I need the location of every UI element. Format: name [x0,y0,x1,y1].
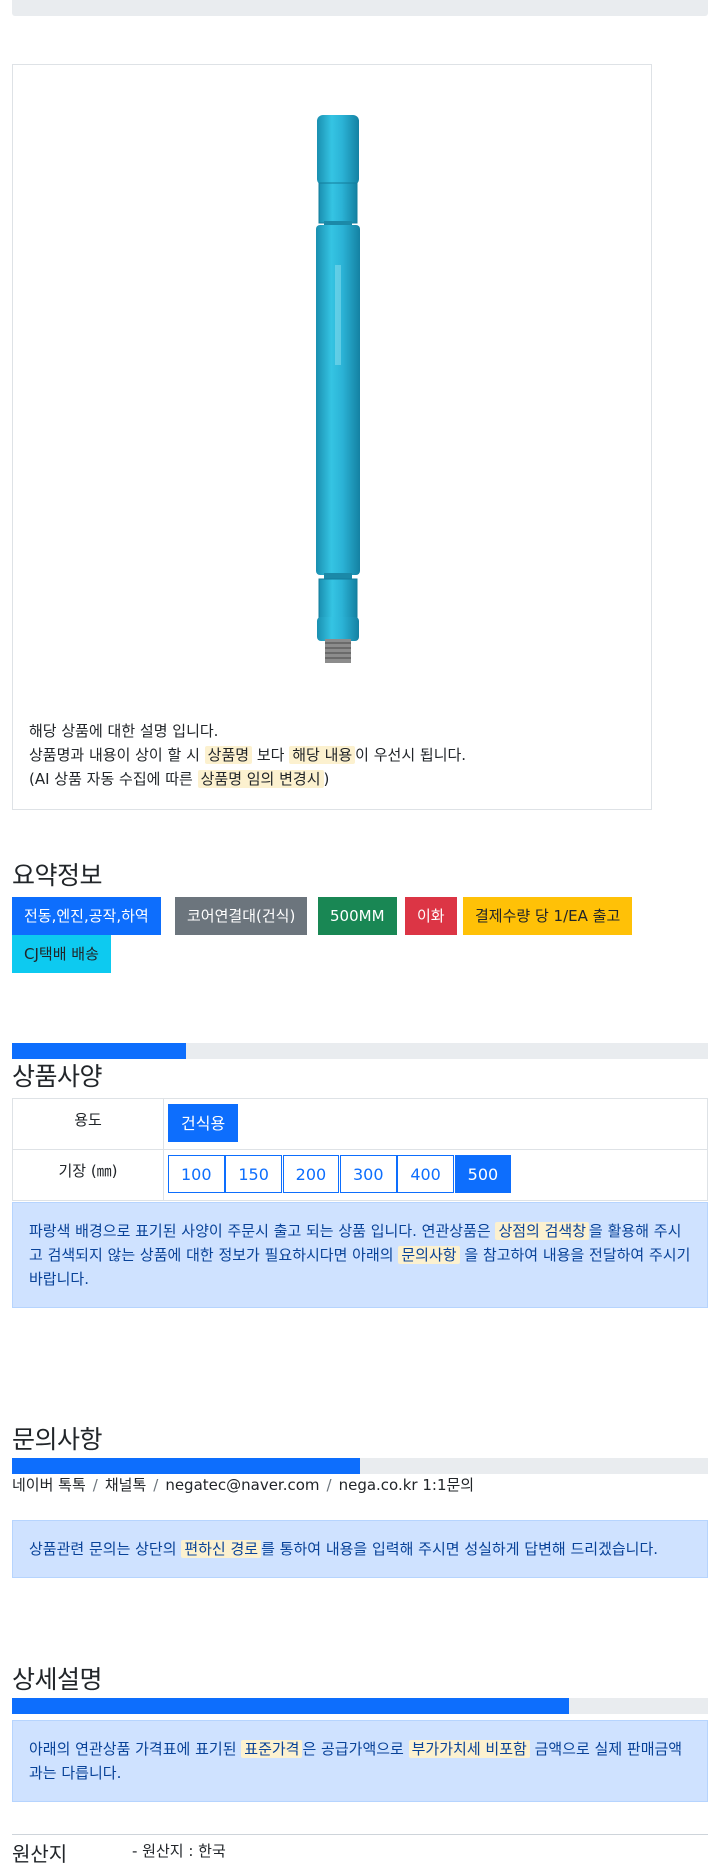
option-chip-500[interactable]: 500 [454,1155,512,1193]
spec-options: 건식용 [163,1098,708,1150]
inquiry-progress [12,1458,708,1474]
highlight: 해당 내용 [289,746,356,764]
description-text: (AI 상품 자동 수집에 따른 [29,770,198,788]
highlight: 표준가격 [241,1740,303,1758]
description-line: (AI 상품 자동 수집에 따른 상품명 임의 변경시) [29,767,466,791]
notice-text: 파랑색 배경으로 표기된 사양이 주문시 출고 되는 상품 입니다. 연관상품은 [29,1222,496,1240]
option-chip-200[interactable]: 200 [282,1155,340,1193]
divider [12,1834,708,1835]
highlight: 문의사항 [398,1246,460,1264]
inquiry-title: 문의사항 [12,1425,103,1454]
contact-channel-talk[interactable]: 채널톡 [105,1476,146,1494]
contact-website-inquiry[interactable]: nega.co.kr 1:1문의 [339,1476,475,1494]
spec-row-usage: 용도 건식용 [12,1098,708,1150]
product-description: 해당 상품에 대한 설명 입니다. 상품명과 내용이 상이 할 시 상품명 보다… [29,719,466,791]
spec-row-length: 기장 (㎜) 100 150 200 300 400 500 [12,1149,708,1201]
spec-table: 용도 건식용 기장 (㎜) 100 150 200 300 400 500 [12,1098,708,1201]
option-chip-150[interactable]: 150 [225,1155,282,1193]
highlight: 부가가치세 비포함 [408,1740,530,1758]
highlight: 상점의 검색창 [495,1222,590,1240]
top-bar [12,0,708,16]
spec-progress [12,1043,708,1059]
summary-title: 요약정보 [12,861,103,890]
product-image [316,115,360,663]
description-line: 해당 상품에 대한 설명 입니다. [29,722,219,740]
badge-category: 전동,엔진,공작,하역 [12,897,161,935]
badge-courier: CJ택배 배송 [12,935,111,973]
highlight: 편하신 경로 [181,1540,262,1558]
description-text: 상품명과 내용이 상이 할 시 [29,746,205,764]
option-chip-dry[interactable]: 건식용 [168,1104,239,1142]
notice-text: 은 공급가액으로 [302,1740,409,1758]
description-text: 보다 [252,746,290,764]
badge-shipping-quantity: 결제수량 당 1/EA 출고 [463,897,633,935]
spec-notice: 파랑색 배경으로 표기된 사양이 주문시 출고 되는 상품 입니다. 연관상품은… [12,1202,708,1308]
description-text: ) [323,770,330,788]
description-text: 이 우선시 됩니다. [355,746,467,764]
separator: / [326,1476,332,1494]
separator: / [92,1476,98,1494]
inquiry-notice: 상품관련 문의는 상단의 편하신 경로 를 통하여 내용을 입력해 주시면 성실하… [12,1520,708,1578]
option-chip-100[interactable]: 100 [168,1155,225,1193]
badge-length: 500MM [318,897,397,935]
contact-email[interactable]: negatec@naver.com [165,1476,319,1494]
badge-brand: 이화 [405,897,457,935]
detail-progress-bar [12,1698,569,1714]
spec-title: 상품사양 [12,1062,103,1091]
notice-text: 아래의 연관상품 가격표에 표기된 [29,1740,242,1758]
spec-label: 기장 (㎜) [12,1149,164,1201]
description-line: 상품명과 내용이 상이 할 시 상품명 보다 해당 내용 이 우선시 됩니다. [29,743,466,767]
highlight: 상품명 임의 변경시 [197,770,324,788]
contact-naver-talk[interactable]: 네이버 톡톡 [12,1476,86,1494]
option-chip-400[interactable]: 400 [397,1155,454,1193]
inquiry-progress-bar [12,1458,360,1474]
origin-label: 원산지 [12,1842,68,1866]
spec-label: 용도 [12,1098,164,1150]
contact-list: 네이버 톡톡 / 채널톡 / negatec@naver.com / nega.co.kr … [12,1474,474,1495]
spec-options: 100 150 200 300 400 500 [163,1149,708,1201]
badge-product-type: 코어연결대(건식) [175,897,308,935]
detail-notice: 아래의 연관상품 가격표에 표기된 표준가격 은 공급가액으로 부가가치세 비포함… [12,1720,708,1802]
detail-progress [12,1698,708,1714]
option-chip-300[interactable]: 300 [339,1155,397,1193]
highlight: 상품명 [204,746,253,764]
detail-title: 상세설명 [12,1665,103,1694]
origin-value: - 원산지 : 한국 [132,1842,226,1860]
product-image-card: 해당 상품에 대한 설명 입니다. 상품명과 내용이 상이 할 시 상품명 보다… [12,64,652,810]
notice-text: 상품관련 문의는 상단의 [29,1540,182,1558]
notice-text: 를 통하여 내용을 입력해 주시면 성실하게 답변해 드리겠습니다. [261,1540,659,1558]
separator: / [153,1476,159,1494]
